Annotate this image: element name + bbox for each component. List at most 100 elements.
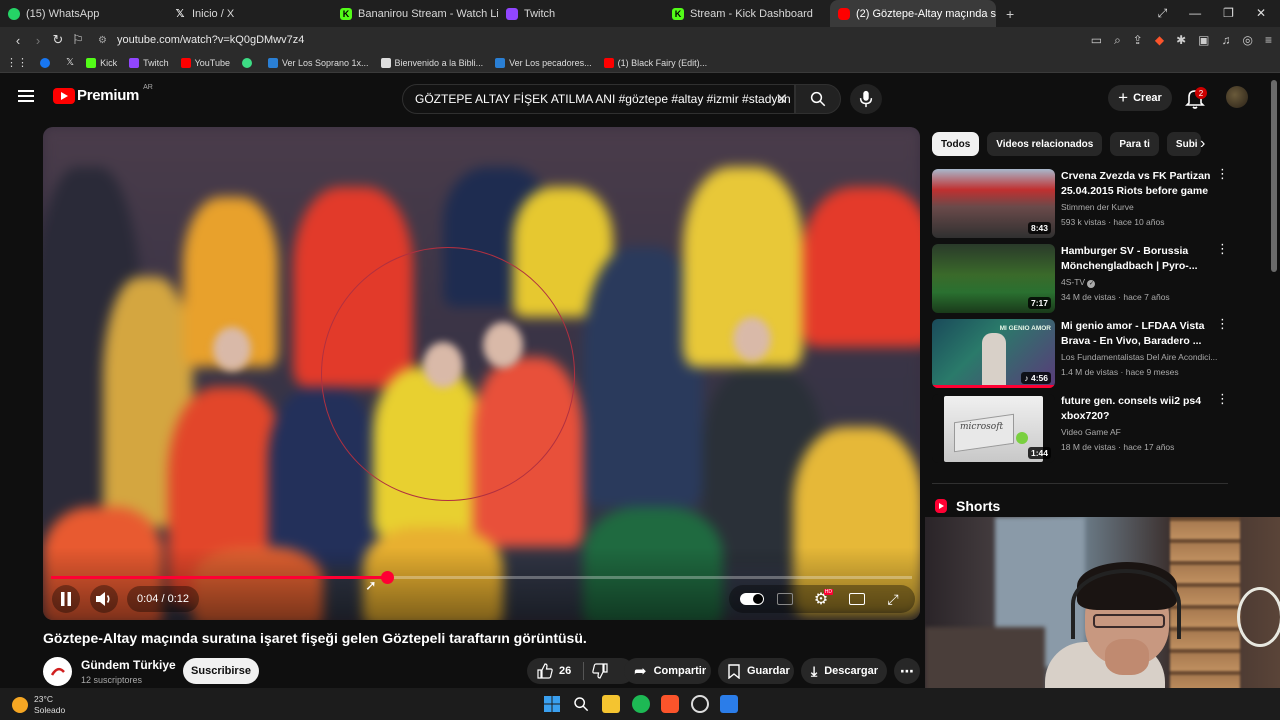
- more-horizontal-icon: ⋯: [900, 662, 914, 679]
- cast-icon[interactable]: ▭: [1091, 33, 1102, 48]
- pause-button[interactable]: [52, 585, 80, 613]
- clear-search-icon[interactable]: ✕: [775, 90, 788, 108]
- x-bookmark[interactable]: 𝕏: [66, 57, 74, 68]
- tab-youtube-active[interactable]: (2) Göztepe-Altay maçında surat✕: [830, 0, 996, 27]
- taskbar-search-icon[interactable]: [572, 695, 590, 713]
- kick-bookmark[interactable]: Kick: [86, 57, 117, 68]
- apps-icon[interactable]: ⋮⋮: [6, 56, 28, 69]
- minimize-icon[interactable]: —: [1189, 6, 1201, 21]
- fullscreen-icon[interactable]: ⤢: [883, 589, 903, 609]
- tab-kick-dashboard[interactable]: K Stream - Kick Dashboard: [664, 0, 830, 27]
- more-vertical-icon[interactable]: ⋮: [1216, 392, 1229, 405]
- thumbnail-caption: microsoft: [960, 422, 1004, 432]
- more-vertical-icon[interactable]: ⋮: [1216, 317, 1229, 330]
- recommendation-item[interactable]: microsoft 1:44 future gen. consels wii2 …: [932, 392, 1232, 464]
- close-window-icon[interactable]: ✕: [1256, 6, 1266, 21]
- back-icon[interactable]: ‹: [8, 33, 28, 48]
- bookmark-label: Ver Los pecadores...: [509, 57, 592, 68]
- soprano-bookmark[interactable]: Ver Los Soprano 1x...: [267, 57, 369, 68]
- miniplayer-icon[interactable]: [847, 589, 867, 609]
- tab-whatsapp[interactable]: (15) WhatsApp: [0, 0, 166, 27]
- scrubber-handle[interactable]: [381, 571, 394, 584]
- reload-icon[interactable]: ↻: [48, 32, 68, 48]
- download-button[interactable]: ⤓ Descargar: [801, 658, 887, 684]
- download-icon: ⤓: [811, 662, 818, 679]
- tab-kick-stream[interactable]: K Bananirou Stream - Watch Live on Ki: [332, 0, 498, 27]
- youtube-premium-logo[interactable]: Premium AR: [53, 84, 153, 104]
- zoom-icon[interactable]: ⌕: [1114, 33, 1121, 48]
- scrollbar[interactable]: [1271, 80, 1277, 272]
- chip-related[interactable]: Videos relacionados: [987, 132, 1103, 156]
- brave-browser-icon[interactable]: [661, 695, 679, 713]
- menu-icon[interactable]: ≡: [1265, 33, 1272, 48]
- chatgpt-icon[interactable]: [691, 695, 709, 713]
- subscribe-button[interactable]: Suscribirse: [183, 658, 259, 684]
- right-controls: ⚙ HD ⤢: [729, 585, 915, 613]
- more-vertical-icon[interactable]: ⋮: [1216, 167, 1229, 180]
- like-button[interactable]: [537, 663, 553, 679]
- recommendation-meta: 34 M de vistas · hace 7 años: [1061, 292, 1170, 302]
- menu-hamburger-icon[interactable]: [18, 90, 34, 102]
- spotify-icon[interactable]: [632, 695, 650, 713]
- sidebar-icon[interactable]: ▣: [1198, 33, 1209, 48]
- recommendation-title: Hamburger SV - Borussia Mönchengladbach …: [1061, 245, 1198, 272]
- kick-icon: K: [672, 7, 684, 20]
- recommendation-item[interactable]: 7:17 Hamburger SV - Borussia Mönchenglad…: [932, 242, 1232, 314]
- video-player[interactable]: ➚ 0:04 / 0:12 ⚙ HD ⤢: [43, 127, 920, 620]
- channel-name[interactable]: Gündem Türkiye: [81, 658, 176, 672]
- twitch-bookmark[interactable]: Twitch: [129, 57, 169, 68]
- video-app-icon[interactable]: [720, 695, 738, 713]
- section-divider: [932, 483, 1228, 484]
- avatar[interactable]: [1226, 86, 1248, 108]
- facebook-bookmark[interactable]: [40, 57, 54, 68]
- search-input[interactable]: GÖZTEPE ALTAY FİŞEK ATILMA ANI #göztepe …: [402, 84, 795, 114]
- chevron-right-icon[interactable]: ›: [1200, 135, 1205, 153]
- bookmark-save-icon: [728, 663, 740, 679]
- url-field[interactable]: ⚙ youtube.com/watch?v=kQ0gDMwv7z4: [98, 29, 1091, 51]
- brave-shield-icon[interactable]: ◆: [1155, 33, 1164, 48]
- save-button[interactable]: Guardar: [718, 658, 794, 684]
- subtitles-icon[interactable]: [775, 589, 795, 609]
- recommendation-item[interactable]: MI GENIO AMOR ♪ 4:56 Mi genio amor - LFD…: [932, 317, 1232, 389]
- forward-icon[interactable]: ›: [28, 33, 48, 48]
- more-vertical-icon[interactable]: ⋮: [1216, 242, 1229, 255]
- recommendation-channel: Video Game AF: [1061, 427, 1121, 437]
- tab-search-icon[interactable]: ⤢: [1158, 6, 1168, 21]
- share-button[interactable]: ➦ Compartir: [624, 658, 711, 684]
- youtube-bookmark[interactable]: YouTube: [180, 57, 230, 68]
- recommendation-channel: 4S-TV ✓: [1061, 277, 1096, 288]
- file-explorer-icon[interactable]: [602, 695, 620, 713]
- restore-icon[interactable]: ❐: [1223, 6, 1234, 21]
- site-info-icon[interactable]: ⚙: [98, 35, 107, 46]
- notification-count-badge: 2: [1195, 87, 1207, 99]
- weather-widget[interactable]: 23°C Soleado: [12, 694, 65, 716]
- webcam-fan: [1237, 587, 1280, 647]
- chip-for-you[interactable]: Para ti: [1110, 132, 1159, 156]
- new-tab-icon[interactable]: +: [996, 6, 1024, 22]
- extensions-icon[interactable]: ✱: [1176, 33, 1186, 48]
- volume-button[interactable]: [90, 585, 118, 613]
- recommendation-item[interactable]: 8:43 Crvena Zvezda vs FK Partizan 25.04.…: [932, 167, 1232, 239]
- android-bookmark[interactable]: [241, 57, 256, 68]
- pecadores-bookmark[interactable]: Ver Los pecadores...: [495, 57, 592, 68]
- settings-gear-icon[interactable]: ⚙ HD: [811, 589, 833, 609]
- chip-all[interactable]: Todos: [932, 132, 980, 156]
- music-icon[interactable]: ♫: [1222, 33, 1231, 48]
- chip-uploads[interactable]: Subi: [1166, 132, 1201, 156]
- autoplay-toggle[interactable]: [739, 589, 765, 609]
- create-button[interactable]: + Crear: [1108, 85, 1172, 111]
- vpn-icon[interactable]: ◎: [1243, 33, 1253, 48]
- library-bookmark[interactable]: Bienvenido a la Bibli...: [380, 57, 483, 68]
- more-actions-button[interactable]: ⋯: [894, 658, 920, 684]
- tab-twitch[interactable]: Twitch: [498, 0, 664, 27]
- windows-start-icon[interactable]: [543, 695, 561, 713]
- black-fairy-bookmark[interactable]: (1) Black Fairy (Edit)...: [603, 57, 707, 68]
- channel-avatar[interactable]: [43, 657, 72, 686]
- share-icon[interactable]: ⇪: [1133, 33, 1143, 48]
- streamer-hand: [1105, 639, 1149, 675]
- bookmark-icon[interactable]: ⚐: [68, 32, 88, 48]
- search-button[interactable]: [795, 84, 841, 114]
- voice-search-button[interactable]: [850, 84, 882, 114]
- tab-x[interactable]: 𝕏 Inicio / X: [166, 0, 332, 27]
- dislike-button[interactable]: [592, 663, 608, 679]
